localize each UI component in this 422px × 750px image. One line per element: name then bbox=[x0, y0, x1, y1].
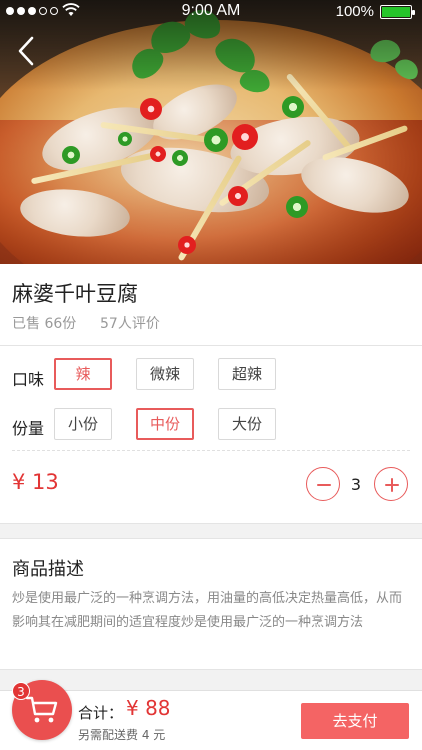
unit-price: ¥ 13 bbox=[12, 470, 59, 494]
portion-option-large[interactable]: 大份 bbox=[218, 408, 276, 440]
review-count[interactable]: 57人评价 bbox=[100, 313, 160, 333]
total-price: ¥ 88 bbox=[126, 696, 171, 720]
options-panel: 口味 辣 微辣 超辣 份量 小份 中份 大份 ¥ 13 3 bbox=[0, 346, 422, 524]
battery-icon bbox=[380, 5, 415, 19]
portion-option-medium[interactable]: 中份 bbox=[136, 408, 194, 440]
portion-label: 份量 bbox=[12, 419, 45, 438]
dish-name: 麻婆千叶豆腐 bbox=[12, 282, 138, 306]
taste-option-spicy[interactable]: 辣 bbox=[54, 358, 112, 390]
status-bar: 9:00 AM 100% bbox=[0, 0, 422, 24]
chili-ring bbox=[178, 236, 196, 254]
plus-icon bbox=[385, 478, 399, 492]
pepper-ring bbox=[204, 128, 228, 152]
total-label: 合计： bbox=[78, 704, 124, 722]
taste-option-mild[interactable]: 微辣 bbox=[136, 358, 194, 390]
cart-count-badge: 3 bbox=[12, 682, 30, 700]
portion-option-small[interactable]: 小份 bbox=[54, 408, 112, 440]
chili-ring bbox=[150, 146, 166, 162]
chili-ring bbox=[140, 98, 162, 120]
decrease-quantity-button[interactable] bbox=[306, 467, 340, 501]
battery-fill bbox=[382, 7, 410, 17]
pay-button[interactable]: 去支付 bbox=[301, 703, 409, 739]
pepper-ring bbox=[172, 150, 188, 166]
pepper-ring bbox=[118, 132, 132, 146]
delivery-fee-note: 另需配送费 4 元 bbox=[78, 728, 166, 742]
chili-ring bbox=[232, 124, 258, 150]
minus-icon bbox=[317, 484, 331, 486]
pepper-ring bbox=[62, 146, 80, 164]
description-panel: 商品描述 炒是使用最广泛的一种烹调方法，用油量的高低决定热量高低，从而影响其在减… bbox=[0, 538, 422, 670]
quantity-value: 3 bbox=[350, 475, 362, 494]
description-title: 商品描述 bbox=[12, 559, 84, 580]
cart-icon bbox=[25, 696, 58, 723]
taste-label: 口味 bbox=[12, 370, 45, 389]
increase-quantity-button[interactable] bbox=[374, 467, 408, 501]
battery-percent: 100% bbox=[335, 3, 374, 20]
dish-info: 麻婆千叶豆腐 已售 66份 57人评价 bbox=[0, 264, 422, 346]
dish-photo bbox=[0, 0, 422, 264]
description-text: 炒是使用最广泛的一种烹调方法，用油量的高低决定热量高低，从而影响其在减肥期间的适… bbox=[12, 591, 403, 630]
pepper-ring bbox=[282, 96, 304, 118]
pepper-ring bbox=[286, 196, 308, 218]
back-arrow-icon[interactable] bbox=[12, 34, 42, 68]
chili-ring bbox=[228, 186, 248, 206]
sold-count: 已售 66份 bbox=[12, 316, 77, 332]
divider bbox=[12, 450, 410, 451]
taste-option-extra-spicy[interactable]: 超辣 bbox=[218, 358, 276, 390]
